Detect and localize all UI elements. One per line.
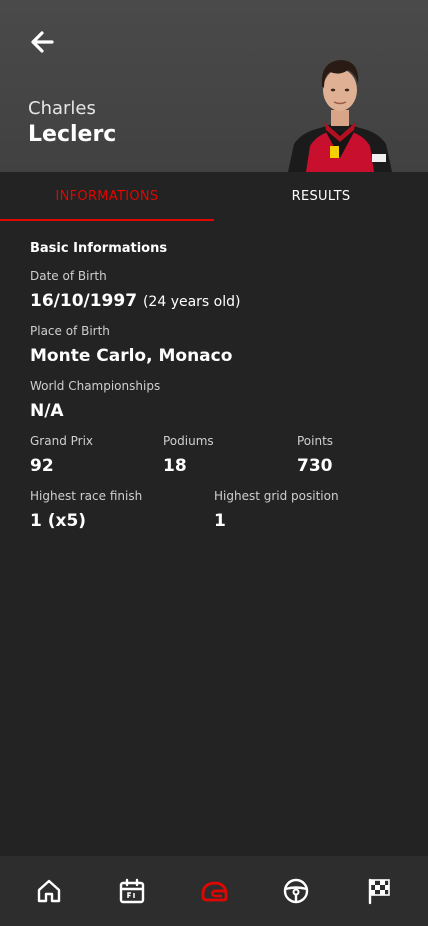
pob-value: Monte Carlo, Monaco xyxy=(30,346,233,366)
section-title: Basic Informations xyxy=(30,241,168,256)
highest-race-finish-label: Highest race finish xyxy=(30,489,143,503)
home-icon xyxy=(37,879,61,903)
podiums-label: Podiums xyxy=(163,434,214,448)
driver-portrait xyxy=(288,60,392,172)
world-championships-value: N/A xyxy=(30,401,64,421)
checkered-flag-icon xyxy=(368,878,390,905)
grand-prix-label: Grand Prix xyxy=(30,434,94,448)
dob-value: 16/10/1997 xyxy=(30,291,138,311)
highest-grid-position-label: Highest grid position xyxy=(214,489,339,503)
nav-teams[interactable] xyxy=(271,866,321,916)
back-button[interactable] xyxy=(24,26,60,58)
world-championships-label: World Championships xyxy=(30,379,161,393)
pob-label: Place of Birth xyxy=(30,324,110,338)
steering-wheel-icon xyxy=(284,878,309,904)
nav-home[interactable] xyxy=(24,866,74,916)
tab-informations[interactable]: INFORMATIONS xyxy=(0,172,214,221)
highest-grid-position-value: 1 xyxy=(214,511,226,531)
driver-last-name: Leclerc xyxy=(28,122,117,147)
nav-drivers[interactable] xyxy=(189,866,239,916)
dob-age: (24 years old) xyxy=(142,294,241,310)
dob-value-row: 16/10/1997 (24 years old) xyxy=(30,291,240,311)
tab-bar: INFORMATIONS RESULTS xyxy=(0,172,428,221)
dob-label: Date of Birth xyxy=(30,269,107,283)
helmet-icon xyxy=(201,881,228,902)
arrow-left-icon xyxy=(31,31,54,53)
points-value: 730 xyxy=(297,456,333,476)
highest-race-finish-value: 1 (x5) xyxy=(30,511,87,531)
nav-races[interactable] xyxy=(354,866,404,916)
bottom-navigation xyxy=(0,856,428,926)
calendar-f1-icon xyxy=(119,878,144,904)
points-label: Points xyxy=(297,434,334,448)
grand-prix-value: 92 xyxy=(30,456,54,476)
nav-calendar[interactable] xyxy=(107,866,157,916)
tab-results[interactable]: RESULTS xyxy=(214,172,428,221)
driver-header: Charles Leclerc xyxy=(0,0,428,172)
driver-first-name: Charles xyxy=(28,98,96,119)
podiums-value: 18 xyxy=(163,456,187,476)
